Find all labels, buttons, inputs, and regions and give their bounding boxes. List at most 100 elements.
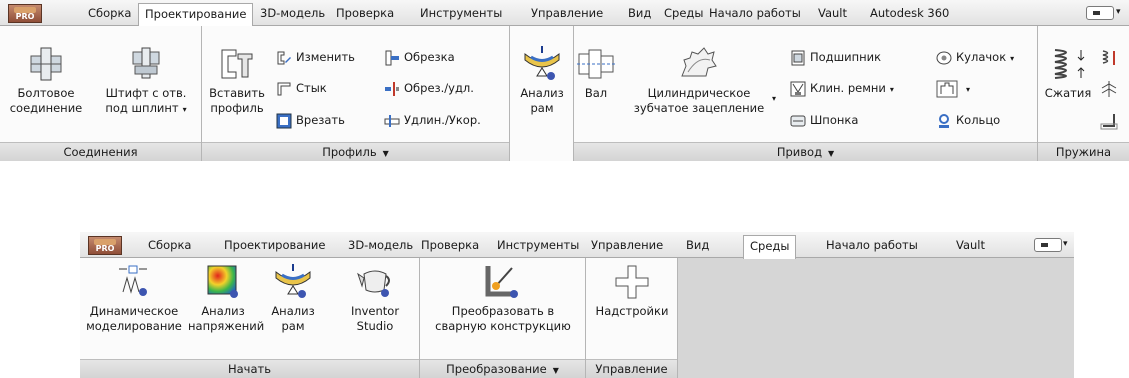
tab-inspect[interactable]: Проверка [330,3,400,26]
trim-to-frame-button[interactable]: Обрезка [384,46,455,68]
chevron-down-icon: ▾ [1010,54,1015,63]
dynamic-simulation-button[interactable]: Динамическое моделирование [80,264,188,334]
inventor-studio-button[interactable]: Inventor Studio [342,264,408,334]
chevron-down-icon: ▾ [182,105,187,114]
stress-analysis-icon [207,265,238,298]
trim-extend-button[interactable]: Обрез./удл. [384,77,474,99]
add-ins-button[interactable]: Надстройки [586,264,678,319]
spur-gear-icon [681,47,717,77]
ribbon-options-button[interactable] [1086,6,1114,20]
lengthen-shorten-button[interactable]: Удлин./Укор. [384,109,481,131]
teapot-icon [357,270,390,297]
spur-gear-button[interactable]: Цилиндрическое зубчатое зацепление [624,46,774,116]
tab-get-started[interactable]: Начало работы [820,235,924,258]
application-menu-button[interactable]: PRO [88,236,122,255]
chevron-down-icon: ▼ [382,149,389,158]
spur-gear-dropdown[interactable]: ▾ [772,88,776,110]
chevron-down-icon: ▾ [1116,7,1121,17]
bolted-connection-button[interactable]: Болтовое соединение [4,46,88,116]
change-frame-icon [277,51,291,64]
tab-inspect[interactable]: Проверка [415,235,485,258]
cam-icon [936,51,952,64]
panel-title-convert[interactable]: Преобразование ▼ [420,359,585,378]
tab-manage[interactable]: Управление [585,235,669,258]
stress-analysis-button[interactable]: Анализ напряжений [188,264,264,334]
rectangular-spline-button[interactable]: ▾ [936,77,970,99]
clevis-pin-icon [132,47,160,79]
tab-tools[interactable]: Инструменты [491,235,585,258]
ribbon-options-button[interactable] [1034,238,1062,252]
panel-connections: Болтовое соединение Штифт с отв. под шпл… [0,26,202,161]
notch-icon [276,113,292,128]
panel-spring: Сжатия Пружина [1038,26,1129,161]
key-icon [790,115,806,126]
tab-view[interactable]: Вид [622,3,657,26]
v-belts-icon [790,81,806,96]
tab-manage[interactable]: Управление [525,3,609,26]
joint-button[interactable]: Стык [276,77,327,99]
tab-vault[interactable]: Vault [950,235,991,258]
tab-vault[interactable]: Vault [812,3,853,26]
frame-analysis-button[interactable]: Анализ рам [260,264,326,334]
application-menu-button[interactable]: PRO [8,4,42,23]
tab-tools[interactable]: Инструменты [414,3,508,26]
chevron-down-icon: ▾ [889,85,894,94]
clevis-pin-button[interactable]: Штифт с отв. под шплинт ▾ [92,46,200,117]
retaining-ring-button[interactable]: Кольцо [936,109,1000,131]
frame-analysis-icon [524,46,560,80]
panel-title-profile[interactable]: Профиль ▼ [202,142,509,161]
tab-view[interactable]: Вид [680,235,715,258]
chevron-down-icon: ▾ [772,94,777,103]
tab-3d-model[interactable]: 3D-модель [254,3,331,26]
insert-frame-button[interactable]: Вставить профиль [204,46,270,116]
panel-convert: Преобразовать в сварную конструкцию Прео… [420,258,586,378]
tab-assembly[interactable]: Сборка [82,3,137,26]
bolted-connection-icon [30,47,62,81]
spline-icon [936,80,958,97]
bearing-button[interactable]: Подшипник [790,46,881,68]
weldment-icon [485,266,518,298]
tab-environments[interactable]: Среды [658,3,709,26]
panel-title-spring[interactable]: Пружина [1038,142,1129,161]
shaft-button[interactable]: Вал [576,46,616,101]
panel-manage: Надстройки Управление [586,258,678,378]
key-button[interactable]: Шпонка [790,109,858,131]
tab-3d-model[interactable]: 3D-модель [342,235,419,258]
tab-design[interactable]: Проектирование [138,3,254,27]
compression-spring-icon [1054,49,1085,79]
chevron-down-icon: ▾ [1063,239,1068,249]
convert-to-weldment-button[interactable]: Преобразовать в сварную конструкцию [422,264,584,334]
extension-spring-button[interactable] [1100,46,1122,68]
bottom-ribbon-body: Динамическое моделирование Анализ напряж… [80,258,678,378]
panel-profile: Вставить профиль Изменить Стык Врезать О… [202,26,510,161]
chevron-down-icon: ▼ [552,366,559,375]
tab-design[interactable]: Проектирование [218,235,331,258]
tab-get-started[interactable]: Начало работы [703,3,807,26]
v-belts-button[interactable]: Клин. ремни ▾ [790,77,894,99]
panel-title-begin[interactable]: Начать [80,359,419,378]
frame-analysis-button[interactable]: Анализ рам [510,46,574,116]
dynamic-simulation-icon [119,265,147,296]
cam-button[interactable]: Кулачок ▾ [936,46,1014,68]
trim-frame-icon [385,50,399,65]
panel-title-drive[interactable]: Привод ▼ [574,142,1037,161]
notch-button[interactable]: Врезать [276,109,345,131]
panel-title-manage[interactable]: Управление [586,359,677,378]
panel-title-connections[interactable]: Соединения [0,142,201,161]
torsion-spring-icon [1100,113,1118,129]
tab-autodesk-360[interactable]: Autodesk 360 [864,3,955,26]
chevron-down-icon: ▼ [828,149,835,158]
panel-frame-analysis: Анализ рам [510,26,574,161]
chevron-down-icon: ▾ [966,85,971,94]
shaft-icon [577,49,615,79]
top-ribbon-body: Болтовое соединение Штифт с отв. под шпл… [0,26,1129,161]
miter-icon [277,82,291,95]
disc-spring-button[interactable] [1100,77,1122,99]
compression-spring-button[interactable]: Сжатия [1040,46,1096,101]
bearing-icon [791,50,805,65]
change-button[interactable]: Изменить [276,46,355,68]
insert-frame-icon [221,49,253,79]
tab-environments[interactable]: Среды [743,235,797,259]
tab-assembly[interactable]: Сборка [142,235,197,258]
torsion-spring-button[interactable] [1100,109,1122,131]
